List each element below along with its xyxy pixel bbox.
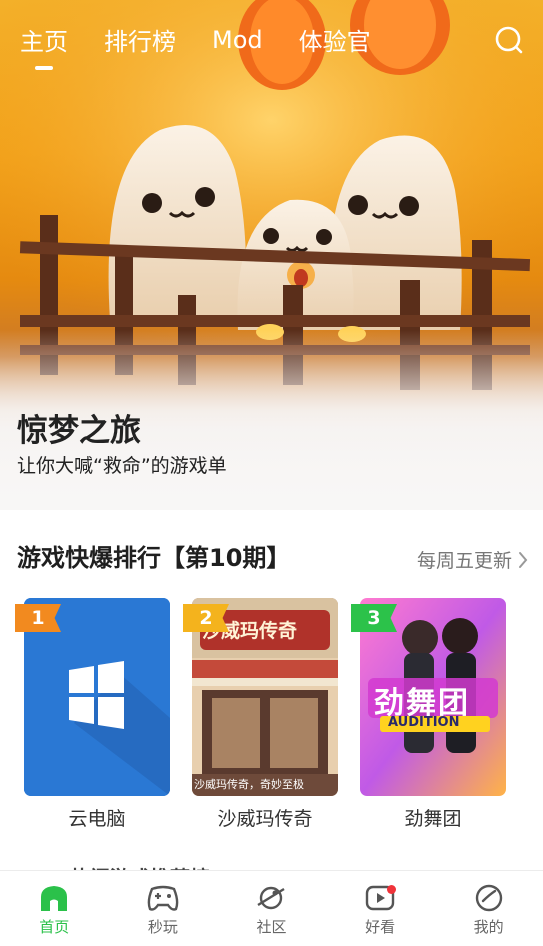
notification-dot [386,885,396,894]
top-nav: 主页 排行榜 Mod 体验官 [20,22,407,57]
search-icon[interactable] [494,25,524,55]
home-icon [41,886,68,911]
hero-banner[interactable]: 主页 排行榜 Mod 体验官 惊梦之旅 让你大喊“救命”的游戏单 [0,0,543,510]
nav-community[interactable]: 社区 [217,871,326,946]
profile-icon [475,884,502,912]
tab-ranking[interactable]: 排行榜 [104,22,176,57]
tab-home[interactable]: 主页 [20,22,68,57]
nav-quickplay[interactable]: 秒玩 [109,871,218,946]
ranking-card-1[interactable]: 1 云电脑 [15,598,170,831]
ranking-card-3[interactable]: 劲舞团 AUDITION 3 劲舞团 [351,598,506,831]
gamepad-icon [147,885,179,911]
ranking-more-label: 每周五更新 [416,550,512,572]
nav-profile[interactable]: 我的 [434,871,543,946]
nav-home-label: 首页 [39,918,70,936]
ranking-title: 游戏快爆排行【第10期】 [17,544,291,572]
nav-watch-label: 好看 [365,918,396,936]
ranking-more-link[interactable]: 每周五更新 [417,546,528,573]
hero-title: 惊梦之旅 [17,413,141,449]
tab-mod[interactable]: Mod [212,26,263,54]
rank-badge-1: 1 [15,604,61,632]
hero-subtitle: 让你大喊“救命”的游戏单 [17,455,227,477]
ranking-card-2[interactable]: 沙威玛传奇 沙威玛传奇，奇妙至极 2 沙威玛传奇 [183,598,338,831]
audition-cover-caption: AUDITION [388,715,460,730]
nav-home[interactable]: 首页 [0,871,109,946]
chevron-right-icon [519,551,528,568]
game-name-3: 劲舞团 [404,808,462,830]
game-name-1: 云电脑 [68,808,126,830]
nav-watch[interactable]: 好看 [326,871,435,946]
nav-community-label: 社区 [256,918,287,936]
nav-profile-label: 我的 [473,918,504,936]
tab-experience[interactable]: 体验官 [299,22,371,57]
rank-badge-3: 3 [351,604,397,632]
shawarma-cover-caption: 沙威玛传奇，奇妙至极 [194,778,304,791]
game-name-2: 沙威玛传奇 [217,808,313,830]
ranking-cards: 1 云电脑 沙威玛传奇 沙威玛传奇，奇妙至极 2 沙威玛传奇 劲舞团 AUDIT… [0,598,543,915]
nav-quickplay-label: 秒玩 [147,918,178,936]
rank-badge-2: 2 [183,604,229,632]
planet-icon [257,886,286,910]
bottom-nav: 首页 秒玩 社区 好看 我的 [0,870,543,946]
ranking-section: 游戏快爆排行【第10期】 每周五更新 1 云电脑 沙威玛传奇 沙威玛传奇，奇妙至… [0,510,543,915]
